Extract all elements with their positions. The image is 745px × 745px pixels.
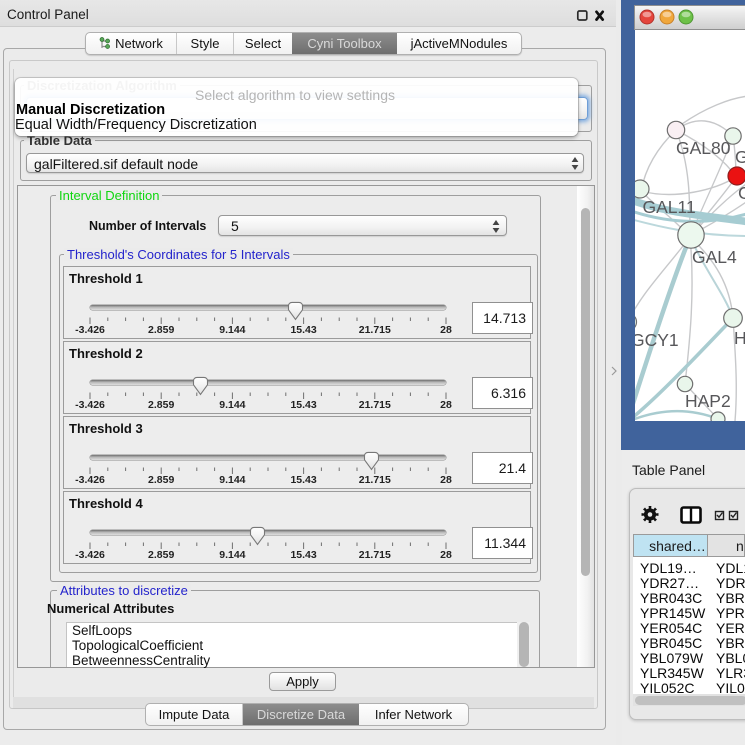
svg-text:GCY1: GCY1 bbox=[635, 330, 679, 350]
svg-text:GAL4: GAL4 bbox=[692, 247, 737, 267]
svg-text:H: H bbox=[734, 328, 745, 348]
svg-text:HAP2: HAP2 bbox=[685, 391, 731, 411]
svg-text:C: C bbox=[738, 183, 745, 203]
svg-text:G.: G. bbox=[735, 147, 745, 167]
svg-text:GAL80: GAL80 bbox=[676, 138, 731, 158]
svg-text:GAL11: GAL11 bbox=[643, 197, 696, 217]
